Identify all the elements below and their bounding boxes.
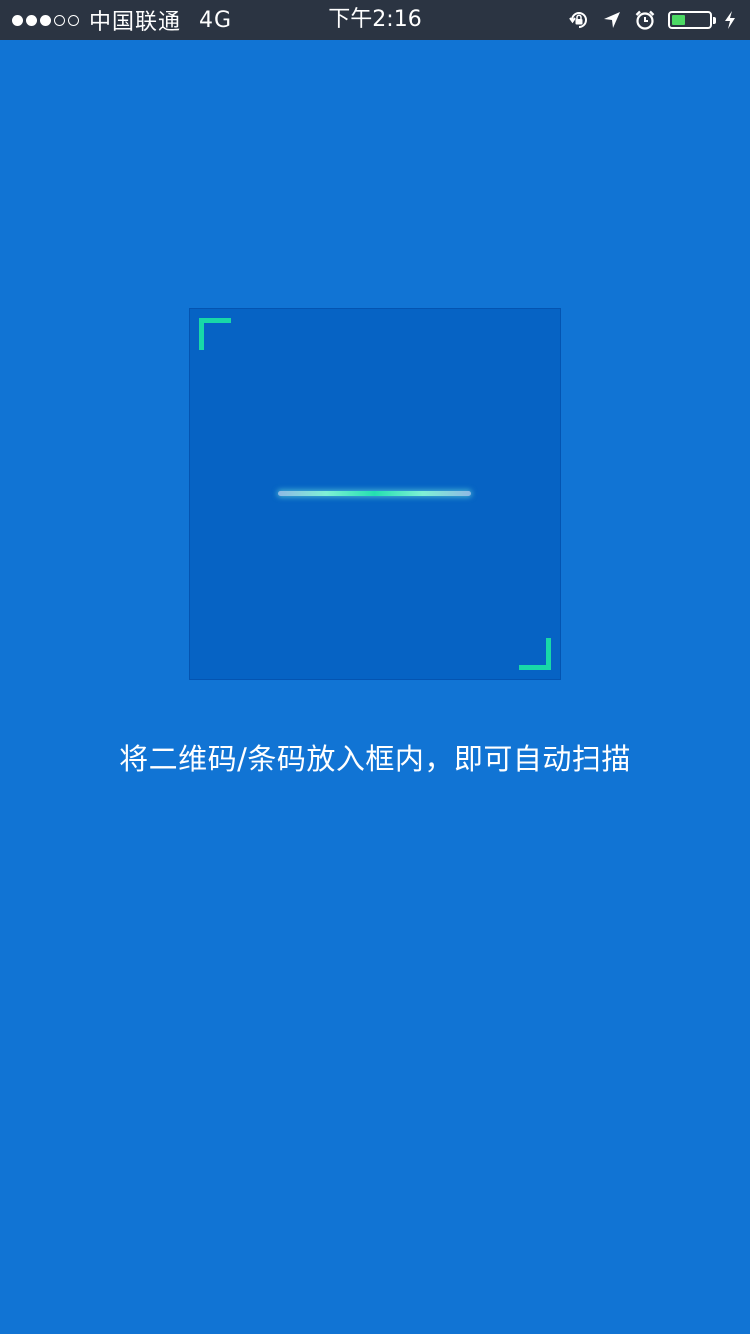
rotation-lock-icon (568, 9, 590, 31)
scan-corner-top-left (199, 318, 231, 350)
scan-frame (189, 308, 561, 680)
scan-hint-text: 将二维码/条码放入框内，即可自动扫描 (119, 742, 631, 776)
scan-corner-bottom-right (519, 638, 551, 670)
battery-level-fill (672, 15, 685, 25)
battery-icon (668, 11, 716, 29)
charging-bolt-icon (724, 10, 736, 30)
location-arrow-icon (602, 10, 622, 30)
scan-line (278, 491, 471, 496)
status-right (568, 0, 736, 40)
alarm-icon (634, 9, 656, 31)
status-bar: 中国联通 4G 下午2:16 (0, 0, 750, 40)
